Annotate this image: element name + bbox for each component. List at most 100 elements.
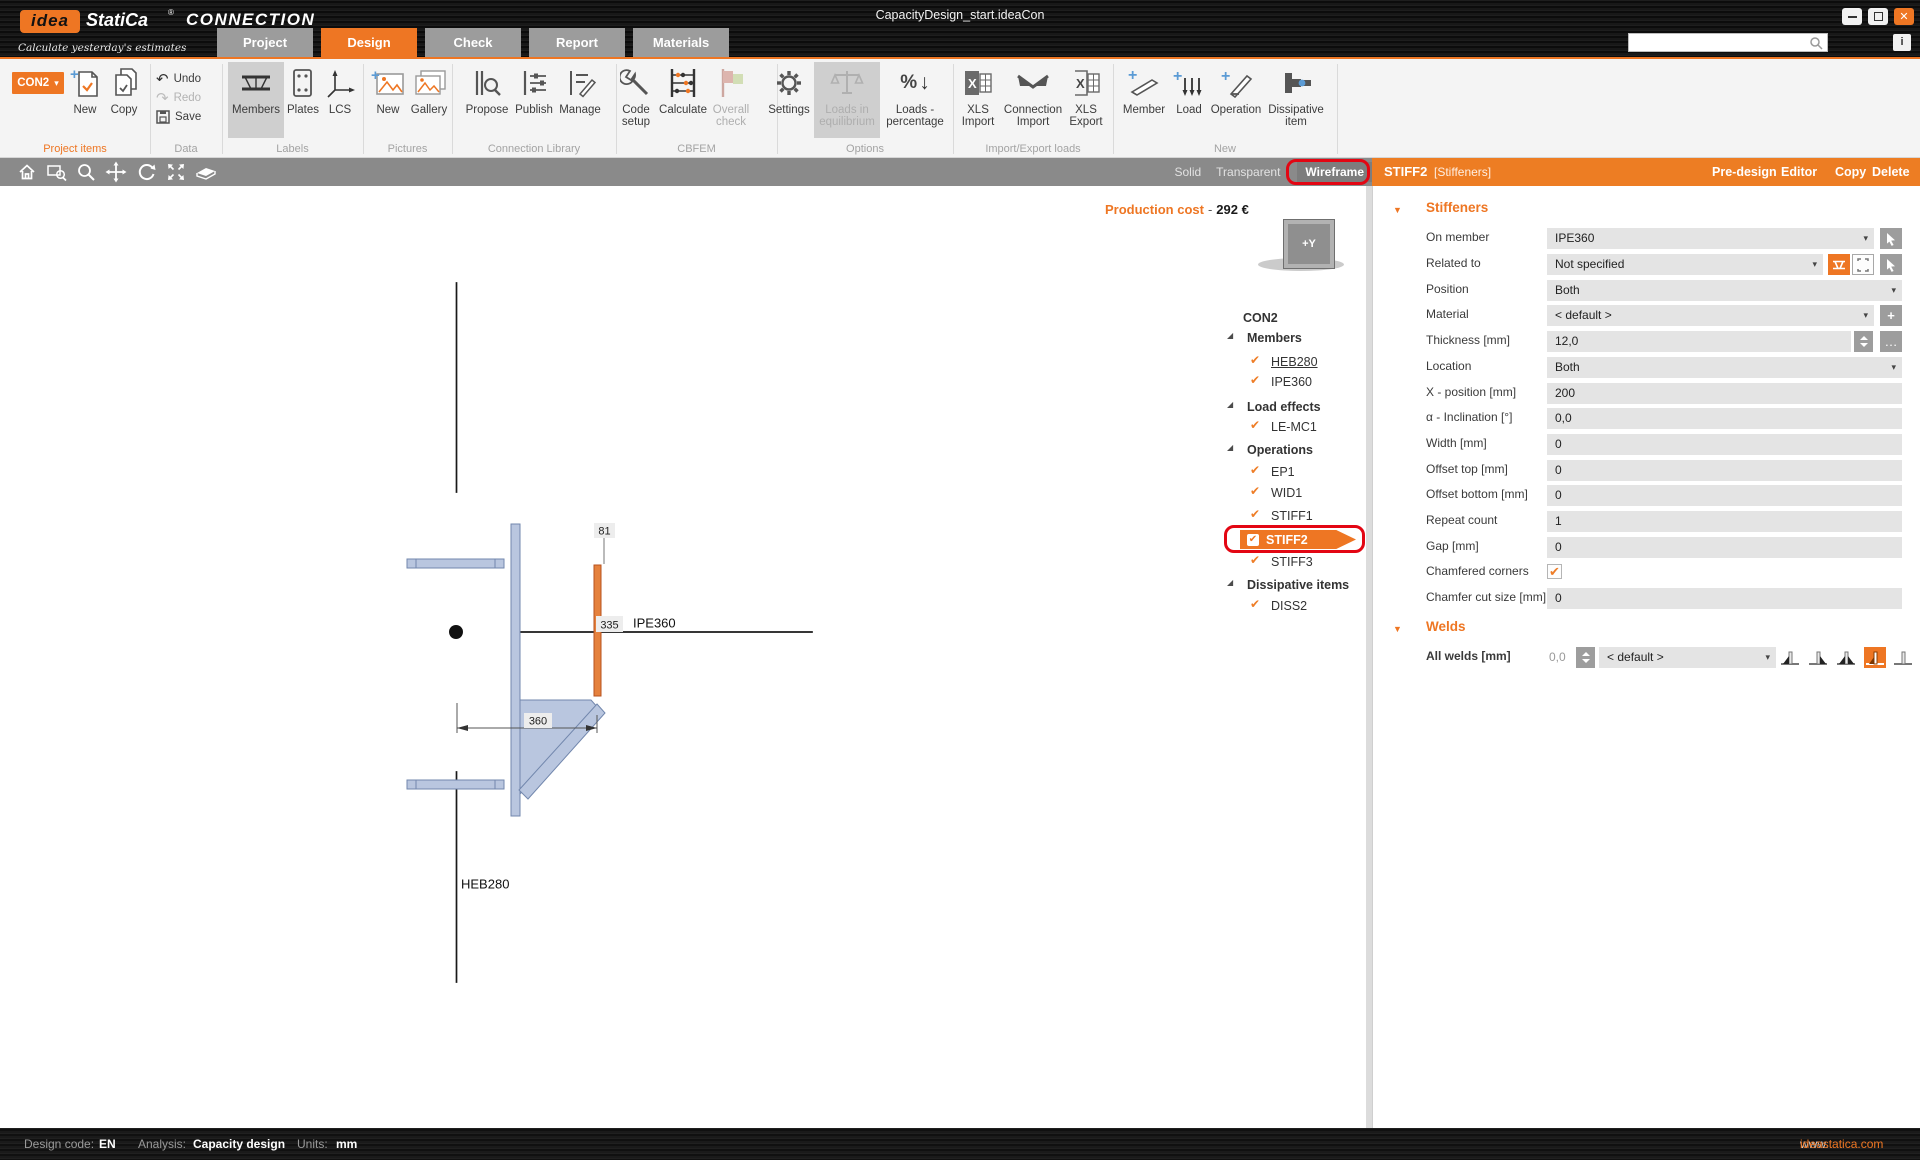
checkbox-checked-icon[interactable]: ✔	[1250, 373, 1260, 387]
checkbox-checked-icon[interactable]: ✔	[1250, 353, 1260, 367]
chamfered-corners-checkbox[interactable]: ✔	[1547, 564, 1562, 579]
width-input[interactable]: 0	[1547, 434, 1902, 455]
new-project-item-button[interactable]: + New	[66, 62, 104, 134]
tab-design[interactable]: Design	[321, 28, 417, 57]
repeat-count-input[interactable]: 1	[1547, 511, 1902, 532]
end-plate[interactable]	[511, 524, 520, 816]
view-mode-transparent[interactable]: Transparent	[1216, 165, 1280, 179]
x-position-input[interactable]: 200	[1547, 383, 1902, 404]
rotate-view-button[interactable]	[131, 162, 161, 182]
weld-type-none-button[interactable]	[1892, 647, 1914, 668]
weld-type-fillet-both-button[interactable]	[1835, 647, 1857, 668]
copy-operation-button[interactable]: Copy	[1835, 165, 1866, 179]
close-button[interactable]: ✕	[1894, 8, 1914, 25]
new-picture-button[interactable]: + New	[368, 62, 408, 134]
thickness-input[interactable]: 12,0	[1547, 331, 1851, 352]
checkbox-checked-icon[interactable]: ✔	[1250, 507, 1260, 521]
expander-icon[interactable]: ◢	[1227, 443, 1233, 452]
new-operation-button[interactable]: + Operation	[1210, 62, 1262, 134]
3d-viewport[interactable]: Production cost-292 € +Y 81	[0, 186, 1372, 1128]
undo-button[interactable]: ↶ Undo	[156, 70, 222, 88]
copy-project-item-button[interactable]: Copy	[104, 62, 144, 134]
pick-related-cursor-button[interactable]	[1880, 254, 1902, 275]
relate-to-member-button[interactable]	[1828, 254, 1850, 275]
weld-type-butt-selected-button[interactable]	[1864, 647, 1886, 668]
view-mode-solid[interactable]: Solid	[1174, 165, 1201, 179]
add-material-button[interactable]: +	[1880, 305, 1902, 326]
checkbox-checked-icon[interactable]: ✔	[1250, 463, 1260, 477]
tree-item-heb280[interactable]: HEB280	[1271, 353, 1318, 371]
offset-top-input[interactable]: 0	[1547, 460, 1902, 481]
search-input[interactable]	[1628, 33, 1828, 52]
section-collapse-icon[interactable]: ▼	[1393, 205, 1402, 215]
manage-button[interactable]: Manage	[556, 62, 604, 134]
tree-item-wid1[interactable]: WID1	[1271, 484, 1302, 502]
labels-lcs-toggle[interactable]: LCS	[322, 62, 358, 134]
new-load-button[interactable]: + Load	[1170, 62, 1208, 134]
checkbox-checked-icon[interactable]: ✔	[1250, 597, 1260, 611]
labels-members-toggle[interactable]: Members	[228, 62, 284, 138]
section-collapse-icon[interactable]: ▼	[1393, 624, 1402, 634]
solid-slab-icon[interactable]	[191, 163, 221, 181]
info-button[interactable]: i	[1893, 34, 1911, 51]
tree-item-stiff1[interactable]: STIFF1	[1271, 507, 1313, 525]
gap-input[interactable]: 0	[1547, 537, 1902, 558]
checkbox-checked-icon[interactable]: ✔	[1250, 418, 1260, 432]
column-top-flange[interactable]	[407, 559, 504, 568]
expander-icon[interactable]: ◢	[1227, 578, 1233, 587]
checkbox-checked-icon[interactable]: ✔	[1250, 553, 1260, 567]
tree-item-le-mc1[interactable]: LE-MC1	[1271, 418, 1317, 436]
tree-item-stiff3[interactable]: STIFF3	[1271, 553, 1313, 571]
column-bottom-flange[interactable]	[407, 780, 504, 789]
new-dissipative-item-button[interactable]: Dissipative item	[1264, 62, 1328, 134]
view-mode-wireframe[interactable]: Wireframe	[1297, 162, 1372, 182]
thickness-stepper[interactable]	[1854, 331, 1873, 352]
code-setup-button[interactable]: Code setup	[614, 62, 658, 134]
tree-item-ep1[interactable]: EP1	[1271, 463, 1295, 481]
expander-icon[interactable]: ◢	[1227, 400, 1233, 409]
zoom-fit-button[interactable]	[161, 162, 191, 182]
tab-project[interactable]: Project	[217, 28, 313, 57]
section-welds[interactable]: Welds	[1426, 619, 1466, 634]
position-select[interactable]: Both▾	[1547, 280, 1902, 301]
offset-bottom-input[interactable]: 0	[1547, 485, 1902, 506]
tree-item-ipe360[interactable]: IPE360	[1271, 373, 1312, 391]
on-member-select[interactable]: IPE360▾	[1547, 228, 1874, 249]
maximize-button[interactable]	[1868, 8, 1888, 25]
checkbox-checked-icon[interactable]: ✔	[1250, 484, 1260, 498]
weld-type-fillet-left-button[interactable]	[1779, 647, 1801, 668]
material-select[interactable]: < default >▾	[1547, 305, 1874, 326]
new-member-button[interactable]: + Member	[1120, 62, 1168, 134]
node-point[interactable]	[449, 625, 463, 639]
overall-check-button[interactable]: Overall check	[708, 62, 754, 134]
zoom-button[interactable]	[72, 162, 102, 182]
predesign-button[interactable]: Pre-design	[1712, 165, 1777, 179]
tree-root-con2[interactable]: CON2	[1243, 309, 1278, 327]
tree-header-load-effects[interactable]: Load effects	[1247, 398, 1321, 416]
loads-percentage-button[interactable]: % ↓ Loads - percentage	[884, 62, 946, 134]
wireframe-drawing[interactable]: 81 335 IPE360 360 HEB280	[0, 186, 1372, 1128]
tree-header-dissipative-items[interactable]: Dissipative items	[1247, 576, 1349, 594]
pick-member-cursor-button[interactable]	[1880, 228, 1902, 249]
tree-item-diss2[interactable]: DISS2	[1271, 597, 1307, 615]
pan-button[interactable]	[101, 161, 131, 183]
relate-to-plate-button[interactable]	[1852, 254, 1874, 275]
location-select[interactable]: Both▾	[1547, 357, 1902, 378]
all-welds-stepper[interactable]	[1576, 647, 1595, 668]
weld-type-fillet-right-button[interactable]	[1807, 647, 1829, 668]
all-welds-value[interactable]: 0,0	[1549, 650, 1566, 664]
connection-import-button[interactable]: Connection Import	[1002, 62, 1064, 134]
all-welds-select[interactable]: < default >▾	[1599, 647, 1776, 668]
calculate-button[interactable]: Calculate	[658, 62, 708, 134]
expander-icon[interactable]: ◢	[1227, 331, 1233, 340]
thickness-more-button[interactable]: …	[1880, 331, 1902, 352]
chamfer-cut-input[interactable]: 0	[1547, 588, 1902, 609]
xls-export-button[interactable]: X XLS Export	[1064, 62, 1108, 134]
redo-button[interactable]: ↷ Redo	[156, 89, 222, 107]
home-view-button[interactable]	[12, 162, 42, 182]
loads-in-equilibrium-toggle[interactable]: Loads in equilibrium	[814, 62, 880, 138]
editor-button[interactable]: Editor	[1781, 165, 1817, 179]
xls-import-button[interactable]: X XLS Import	[956, 62, 1000, 134]
checkbox-checked-icon[interactable]: ✔	[1247, 534, 1259, 546]
tree-header-operations[interactable]: Operations	[1247, 441, 1313, 459]
